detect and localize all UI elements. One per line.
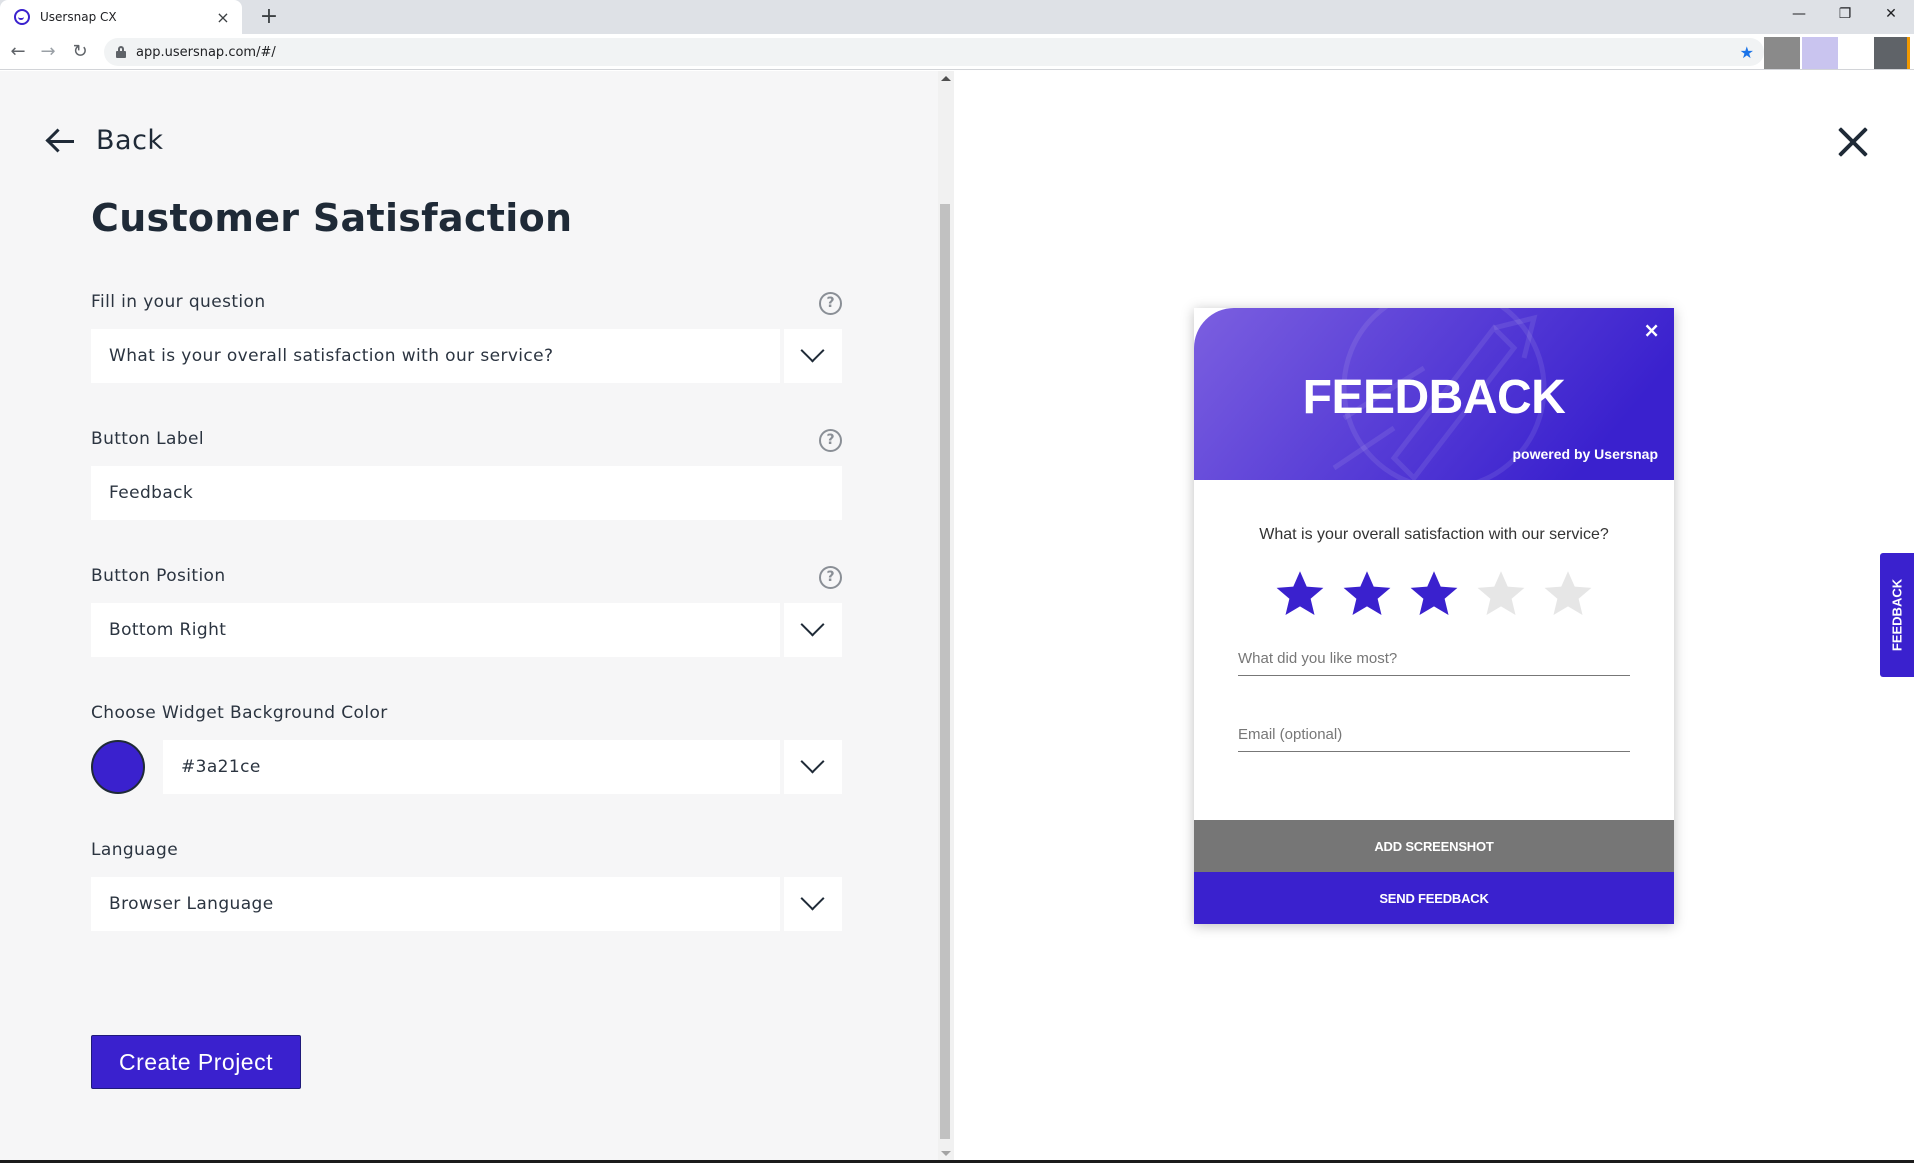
url-text: app.usersnap.com/#/ (136, 44, 276, 60)
send-feedback-button[interactable]: SEND FEEDBACK (1194, 872, 1674, 924)
scrollbar[interactable] (938, 71, 954, 1163)
widget-close-icon[interactable]: × (1643, 318, 1660, 342)
tab-close-icon[interactable]: × (214, 8, 232, 27)
button-label-value: Feedback (109, 483, 194, 503)
background-color-value: #3a21ce (181, 757, 261, 777)
side-tab-label: FEEDBACK (1889, 578, 1905, 652)
powered-by-label: powered by Usersnap (1512, 446, 1659, 462)
feedback-side-tab[interactable]: FEEDBACK (1880, 553, 1914, 677)
chevron-down-icon[interactable] (784, 329, 842, 383)
email-input[interactable]: Email (optional) (1238, 720, 1630, 752)
forward-arrow-icon[interactable]: → (34, 38, 62, 66)
minimize-icon[interactable]: — (1776, 0, 1822, 30)
new-tab-button[interactable]: + (254, 2, 284, 32)
button-position-value: Bottom Right (109, 620, 227, 640)
back-arrow-icon[interactable]: ← (4, 38, 32, 66)
feedback-widget: × FEEDBACK powered by Usersnap What is y… (1194, 308, 1674, 924)
window-close-icon[interactable]: ✕ (1868, 0, 1914, 30)
question-value: What is your overall satisfaction with o… (109, 346, 554, 366)
star-filled-icon[interactable] (1408, 568, 1460, 620)
button-position-select[interactable]: Bottom Right (91, 603, 842, 657)
star-empty-icon[interactable] (1475, 568, 1527, 620)
back-button[interactable]: Back (46, 125, 164, 156)
question-label: Fill in your question (91, 292, 266, 312)
scroll-up-icon[interactable] (941, 76, 951, 81)
help-icon[interactable]: ? (819, 566, 842, 589)
chevron-down-icon[interactable] (784, 740, 842, 794)
create-project-button[interactable]: Create Project (91, 1035, 301, 1089)
reload-icon[interactable]: ↻ (66, 38, 94, 66)
back-label: Back (96, 125, 164, 156)
liked-most-input[interactable]: What did you like most? (1238, 644, 1630, 676)
button-position-label: Button Position (91, 566, 226, 586)
lock-icon (116, 46, 126, 58)
scroll-down-icon[interactable] (941, 1151, 951, 1156)
extension-icon[interactable] (1802, 37, 1838, 69)
tab-title: Usersnap CX (40, 10, 117, 24)
address-bar[interactable]: app.usersnap.com/#/ ★ (104, 38, 1764, 66)
page-title: Customer Satisfaction (91, 196, 573, 240)
help-icon[interactable]: ? (819, 292, 842, 315)
add-screenshot-button[interactable]: ADD SCREENSHOT (1194, 820, 1674, 872)
scrollbar-thumb[interactable] (940, 204, 950, 1139)
usersnap-favicon-icon (14, 9, 30, 25)
star-filled-icon[interactable] (1274, 568, 1326, 620)
project-form-panel: Back Customer Satisfaction Fill in your … (0, 71, 954, 1163)
close-icon[interactable] (1836, 125, 1870, 159)
button-label-input[interactable]: Feedback (91, 466, 842, 520)
widget-header: × FEEDBACK powered by Usersnap (1194, 308, 1674, 480)
extension-icon[interactable] (1764, 37, 1800, 69)
arrow-left-icon (46, 129, 76, 153)
browser-tabbar: Usersnap CX × + — ❐ ✕ (0, 0, 1914, 34)
widget-title: FEEDBACK (1302, 371, 1566, 424)
profile-avatar[interactable] (1874, 37, 1910, 69)
restore-icon[interactable]: ❐ (1822, 0, 1868, 30)
question-select[interactable]: What is your overall satisfaction with o… (91, 329, 842, 383)
chevron-down-icon[interactable] (784, 603, 842, 657)
color-swatch[interactable] (91, 740, 145, 794)
help-icon[interactable]: ? (819, 429, 842, 452)
browser-toolbar: ← → ↻ app.usersnap.com/#/ ★ (0, 34, 1914, 70)
language-label: Language (91, 840, 179, 860)
browser-tab[interactable]: Usersnap CX × (0, 0, 242, 34)
widget-preview-panel: × FEEDBACK powered by Usersnap What is y… (954, 71, 1914, 1163)
language-value: Browser Language (109, 894, 274, 914)
background-color-label: Choose Widget Background Color (91, 703, 388, 723)
language-select[interactable]: Browser Language (91, 877, 842, 931)
chevron-down-icon[interactable] (784, 877, 842, 931)
widget-question: What is your overall satisfaction with o… (1259, 526, 1609, 543)
star-rating[interactable] (1274, 568, 1594, 620)
background-color-select[interactable]: #3a21ce (163, 740, 842, 794)
star-empty-icon[interactable] (1542, 568, 1594, 620)
bookmark-star-icon[interactable]: ★ (1740, 43, 1754, 62)
button-label-label: Button Label (91, 429, 205, 449)
star-filled-icon[interactable] (1341, 568, 1393, 620)
